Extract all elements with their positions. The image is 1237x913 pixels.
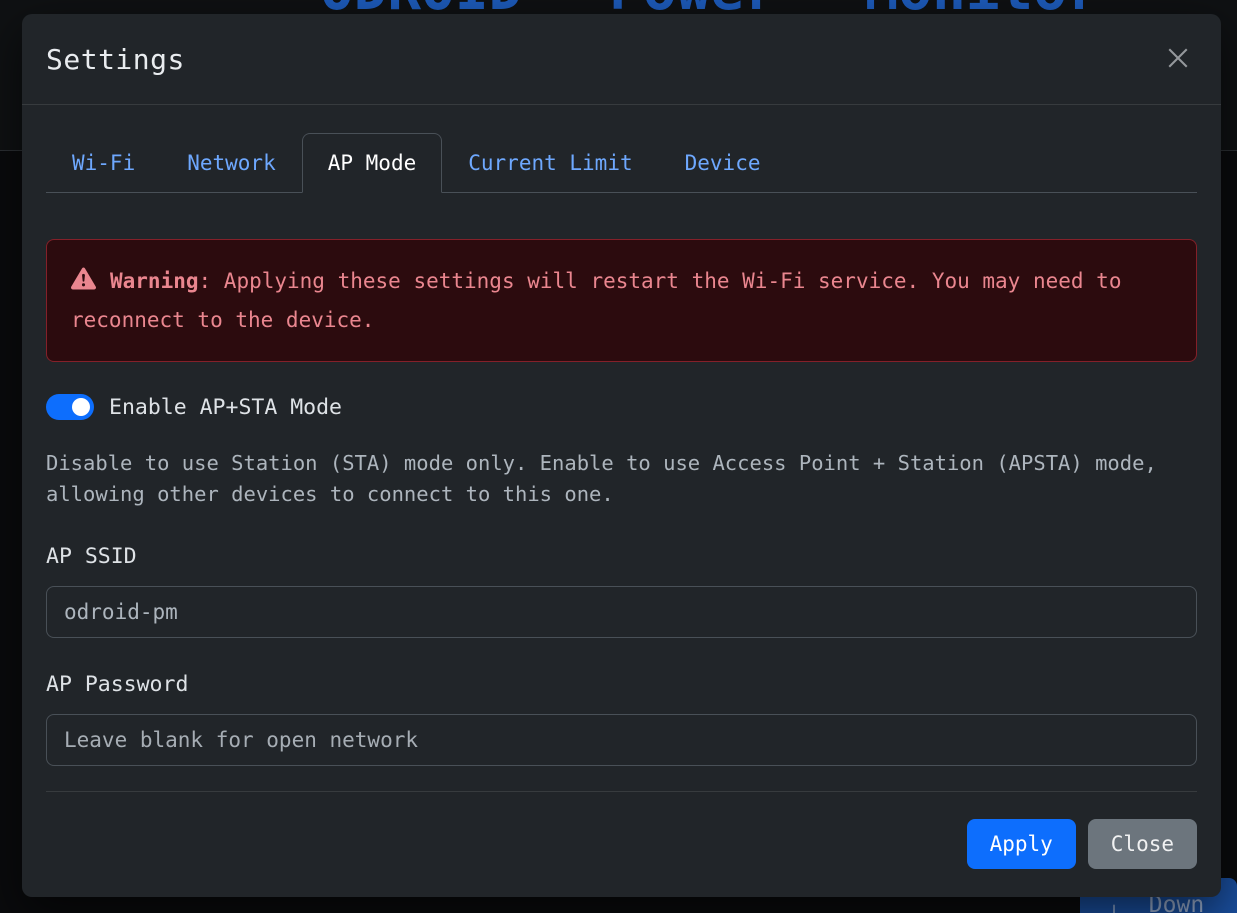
modal-footer: Apply Close [46, 791, 1197, 869]
close-footer-button[interactable]: Close [1088, 819, 1197, 869]
tab-current-limit[interactable]: Current Limit [442, 133, 658, 193]
toggle-knob [72, 398, 90, 416]
ap-ssid-input[interactable] [46, 586, 1197, 638]
tab-ap-mode[interactable]: AP Mode [302, 133, 443, 193]
ap-password-input[interactable] [46, 714, 1197, 766]
ap-sta-toggle[interactable] [46, 394, 94, 420]
modal-title: Settings [46, 43, 185, 76]
warning-banner: Warning: Applying these settings will re… [46, 239, 1197, 362]
tab-bar: Wi-Fi Network AP Mode Current Limit Devi… [46, 133, 1197, 193]
download-icon [1102, 903, 1126, 913]
tab-device[interactable]: Device [659, 133, 787, 193]
tab-network[interactable]: Network [161, 133, 302, 193]
apply-button[interactable]: Apply [967, 819, 1076, 869]
tab-wifi[interactable]: Wi-Fi [46, 133, 161, 193]
close-button[interactable] [1159, 39, 1197, 80]
ap-sta-toggle-label[interactable]: Enable AP+STA Mode [109, 395, 342, 420]
modal-body: Wi-Fi Network AP Mode Current Limit Devi… [22, 105, 1221, 766]
ap-password-label: AP Password [46, 672, 1197, 697]
warning-label: Warning [110, 269, 199, 293]
warning-triangle-icon [71, 266, 96, 302]
ap-sta-switch-row: Enable AP+STA Mode [46, 394, 1197, 420]
ap-ssid-label: AP SSID [46, 544, 1197, 569]
close-icon [1163, 43, 1193, 76]
settings-modal: Settings Wi-Fi Network AP Mode Current L… [22, 14, 1221, 897]
warning-message: : Applying these settings will restart t… [71, 269, 1121, 332]
ap-sta-description: Disable to use Station (STA) mode only. … [46, 448, 1197, 510]
modal-header: Settings [22, 14, 1221, 105]
